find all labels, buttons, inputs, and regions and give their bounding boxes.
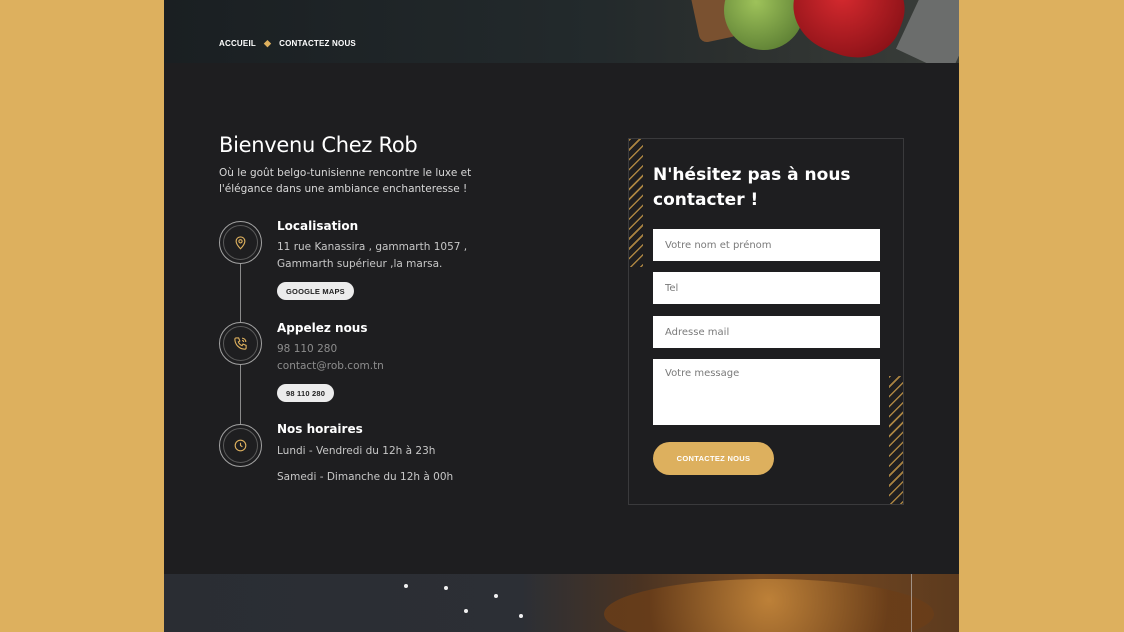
decor-vertical-line: [911, 574, 912, 632]
call-email[interactable]: contact@rob.com.tn: [277, 358, 384, 375]
hero-image-blade: [895, 0, 959, 63]
call-title: Appelez nous: [277, 321, 368, 335]
breadcrumb: ACCUEIL ◆ CONTACTEZ NOUS: [219, 38, 356, 49]
welcome-subtitle: Où le goût belgo-tunisienne rencontre le…: [219, 167, 472, 195]
location-title: Localisation: [277, 219, 359, 233]
hero-banner-top: ACCUEIL ◆ CONTACTEZ NOUS: [164, 0, 959, 63]
name-input[interactable]: [653, 229, 880, 261]
breadcrumb-home-link[interactable]: ACCUEIL: [219, 39, 256, 48]
email-input[interactable]: [653, 316, 880, 348]
decor-dot: [494, 594, 498, 598]
hours-circle: [219, 424, 262, 467]
breadcrumb-separator-icon: ◆: [263, 38, 272, 48]
decorative-stripes-bottom: [889, 376, 903, 504]
hero-image-dish: [604, 579, 934, 632]
message-textarea[interactable]: [653, 359, 880, 425]
location-address-line2: Gammarth supérieur ,la marsa.: [277, 258, 443, 270]
welcome-title: Bienvenu Chez Rob: [219, 133, 418, 157]
decor-dot: [404, 584, 408, 588]
contact-page: ACCUEIL ◆ CONTACTEZ NOUS Bienvenu Chez R…: [164, 0, 959, 632]
call-circle: [219, 322, 262, 365]
call-phone[interactable]: 98 110 280: [277, 341, 337, 358]
hero-image-lettuce: [724, 0, 804, 50]
map-pin-icon: [235, 236, 246, 250]
hours-title: Nos horaires: [277, 422, 363, 436]
clock-icon: [234, 439, 247, 452]
contact-form-card: N'hésitez pas à nous contacter ! CONTACT…: [628, 138, 904, 505]
hero-image-pepper: [781, 0, 917, 63]
call-phone-button[interactable]: 98 110 280: [277, 384, 335, 402]
hours-weekend: Samedi - Dimanche du 12h à 00h: [277, 471, 454, 483]
location-address-line1: 11 rue Kanassira , gammarth 1057 ,: [277, 241, 468, 253]
phone-icon: [234, 337, 247, 350]
decor-dot: [444, 586, 448, 590]
location-circle: [219, 221, 262, 264]
decor-dot: [519, 614, 523, 618]
decorative-stripes-top: [629, 139, 643, 267]
hours-weekdays: Lundi - Vendredi du 12h à 23h: [277, 445, 436, 457]
submit-button[interactable]: CONTACTEZ NOUS: [653, 442, 774, 475]
breadcrumb-current: CONTACTEZ NOUS: [279, 39, 356, 48]
tel-input[interactable]: [653, 272, 880, 304]
hero-banner-bottom: [164, 574, 959, 632]
google-maps-button[interactable]: GOOGLE MAPS: [277, 282, 354, 300]
decor-dot: [464, 609, 468, 613]
form-title: N'hésitez pas à nous contacter !: [653, 165, 851, 210]
